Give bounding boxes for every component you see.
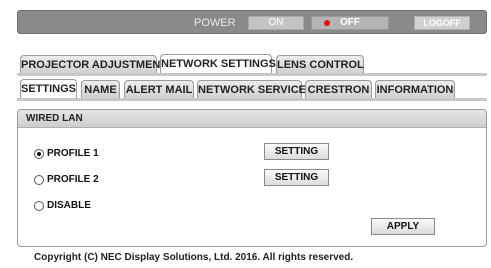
profile-1-radio[interactable] <box>34 149 44 159</box>
power-status-indicator-icon <box>324 20 330 26</box>
profile-2-setting-button[interactable]: SETTING <box>264 169 329 186</box>
logoff-button[interactable]: LOGOFF <box>414 16 470 30</box>
tab-information[interactable]: INFORMATION <box>375 80 455 99</box>
profile-2-label: PROFILE 2 <box>47 174 99 185</box>
profile-1-setting-button[interactable]: SETTING <box>264 143 329 160</box>
power-bar: POWER ON OFF LOGOFF <box>17 10 487 34</box>
tab-projector-adjustment[interactable]: PROJECTOR ADJUSTMENT <box>20 55 167 74</box>
tab-lens-control[interactable]: LENS CONTROL <box>276 55 364 74</box>
disable-label: DISABLE <box>47 200 91 211</box>
main-tab-divider <box>17 73 487 76</box>
tab-name[interactable]: NAME <box>81 80 120 99</box>
power-on-button[interactable]: ON <box>248 16 304 30</box>
tab-settings[interactable]: SETTINGS <box>20 79 77 100</box>
profile-2-radio[interactable] <box>34 175 44 185</box>
tab-network-service[interactable]: NETWORK SERVICE <box>197 80 306 99</box>
panel-title: WIRED LAN <box>18 110 486 128</box>
copyright-text: Copyright (C) NEC Display Solutions, Ltd… <box>34 252 354 263</box>
tab-crestron[interactable]: CRESTRON <box>305 80 372 99</box>
power-label: POWER <box>194 17 236 29</box>
profile-1-label: PROFILE 1 <box>47 148 99 159</box>
power-off-button[interactable]: OFF <box>311 16 389 30</box>
tab-alert-mail[interactable]: ALERT MAIL <box>124 80 194 99</box>
apply-button[interactable]: APPLY <box>371 218 435 235</box>
sub-tab-divider <box>17 98 487 101</box>
disable-radio[interactable] <box>34 201 44 211</box>
power-off-label: OFF <box>340 17 360 28</box>
tab-network-settings[interactable]: NETWORK SETTINGS <box>160 54 276 75</box>
wired-lan-panel: WIRED LAN PROFILE 1 PROFILE 2 DISABLE SE… <box>17 109 487 247</box>
